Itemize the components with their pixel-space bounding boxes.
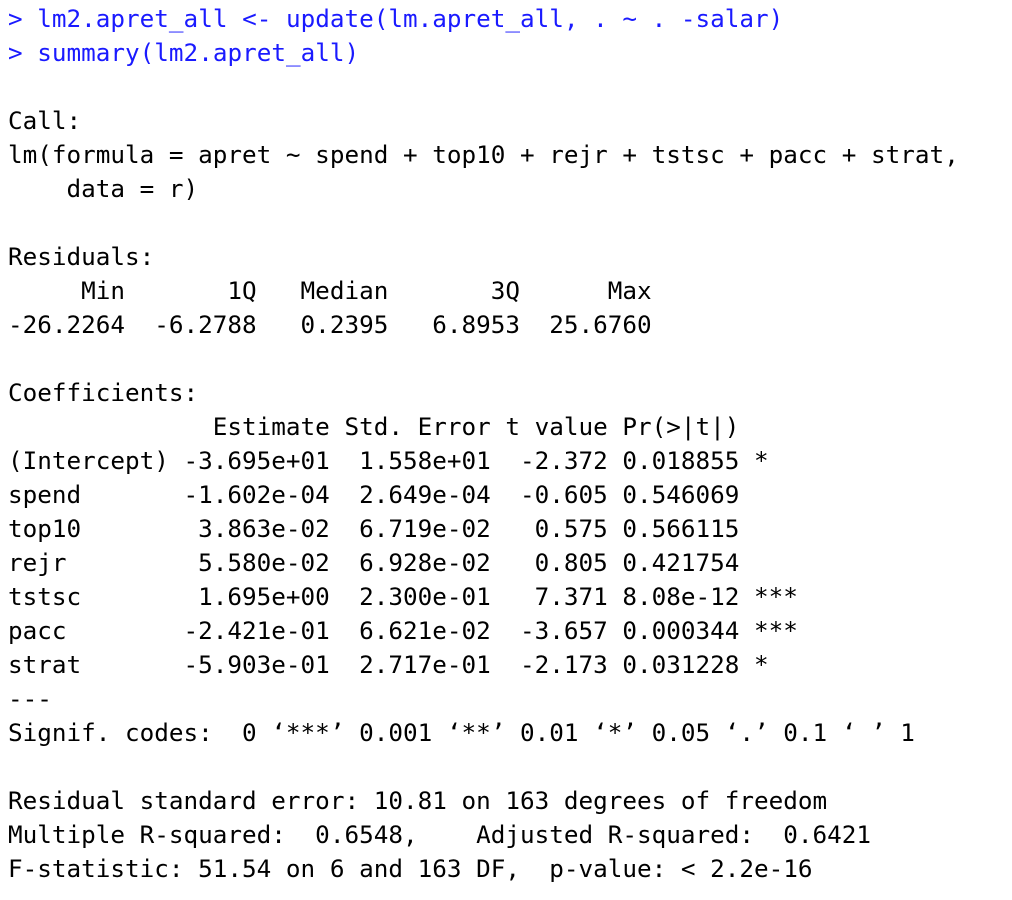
coefficient-row-strat: strat -5.903e-01 2.717e-01 -2.173 0.0312… [8,650,769,679]
coefficient-row-top10: top10 3.863e-02 6.719e-02 0.575 0.566115 [8,514,740,543]
residuals-columns: Min 1Q Median 3Q Max [8,276,652,305]
residual-standard-error: Residual standard error: 10.81 on 163 de… [8,786,828,815]
call-formula: lm(formula = apret ~ spend + top10 + rej… [8,140,959,169]
call-header: Call: [8,106,82,135]
coefficient-row-tstsc: tstsc 1.695e+00 2.300e-01 7.371 8.08e-12… [8,582,798,611]
summary-command: summary(lm2.apret_all) [37,38,360,67]
call-formula-data: data = r) [8,174,199,203]
coefficient-row-pacc: pacc -2.421e-01 6.621e-02 -3.657 0.00034… [8,616,798,645]
update-command: lm2.apret_all <- update(lm.apret_all, . … [37,4,784,33]
coefficient-row-spend: spend -1.602e-04 2.649e-04 -0.605 0.5460… [8,480,740,509]
r-console-output[interactable]: > lm2.apret_all <- update(lm.apret_all, … [8,2,1008,886]
coefficient-row-intercept: (Intercept) -3.695e+01 1.558e+01 -2.372 … [8,446,769,475]
residuals-values: -26.2264 -6.2788 0.2395 6.8953 25.6760 [8,310,652,339]
f-statistic-line: F-statistic: 51.54 on 6 and 163 DF, p-va… [8,854,813,883]
coefficients-columns: Estimate Std. Error t value Pr(>|t|) [8,412,740,441]
console-input-line: > summary(lm2.apret_all) [8,36,1008,70]
r-squared-line: Multiple R-squared: 0.6548, Adjusted R-s… [8,820,886,849]
console-prompt: > [8,4,23,33]
separator-line: --- [8,684,52,713]
console-input-line: > lm2.apret_all <- update(lm.apret_all, … [8,2,1008,36]
residuals-header: Residuals: [8,242,155,271]
coefficient-row-rejr: rejr 5.580e-02 6.928e-02 0.805 0.421754 [8,548,740,577]
coefficients-header: Coefficients: [8,378,199,407]
signif-codes: Signif. codes: 0 ‘***’ 0.001 ‘**’ 0.01 ‘… [8,718,915,747]
console-prompt: > [8,38,23,67]
